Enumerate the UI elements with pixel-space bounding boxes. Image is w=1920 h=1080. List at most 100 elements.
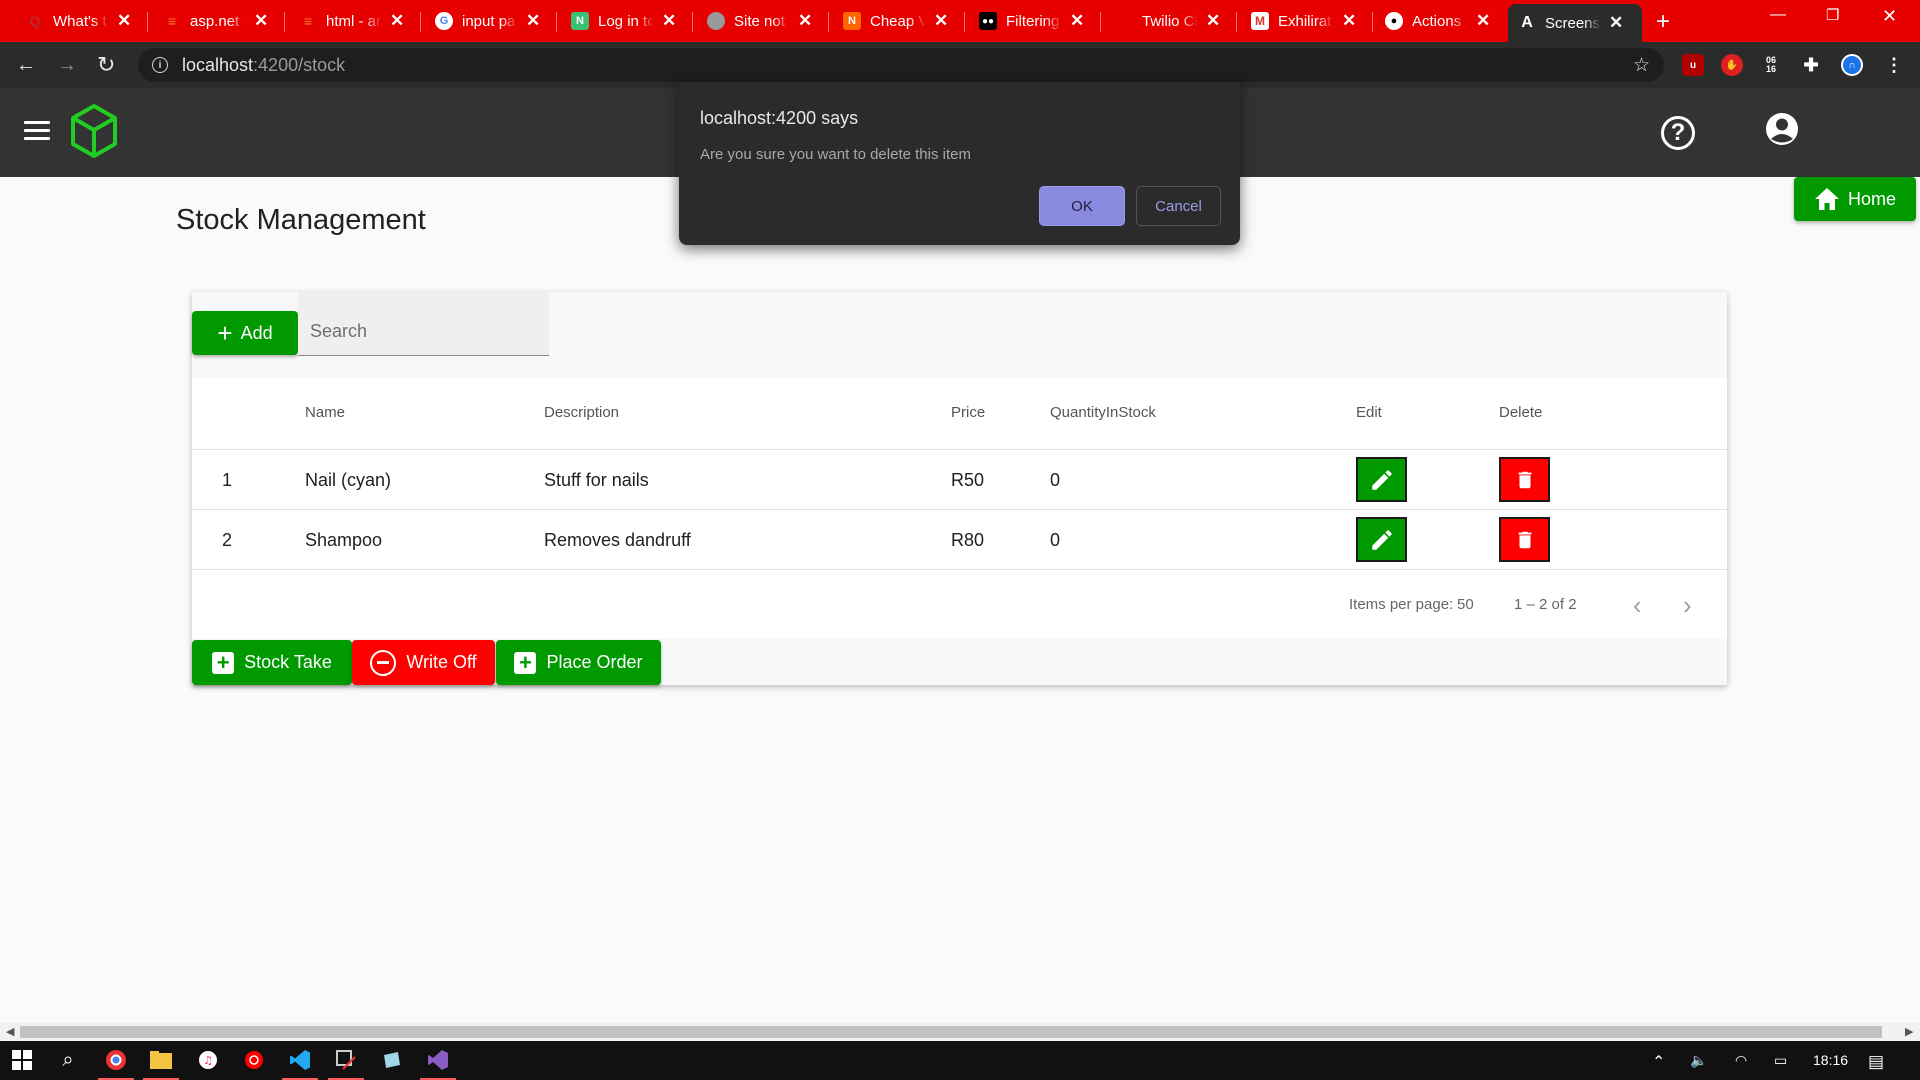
browser-tab[interactable]: ≡ asp.net - ✕ xyxy=(163,6,268,36)
column-header-edit: Edit xyxy=(1356,404,1382,421)
browser-tab[interactable]: Twilio Cl ✕ xyxy=(1115,6,1220,36)
write-off-button[interactable]: Write Off xyxy=(352,640,495,685)
place-order-label: Place Order xyxy=(546,652,643,672)
close-tab-icon[interactable]: ✕ xyxy=(1206,11,1220,31)
home-button[interactable]: Home xyxy=(1794,177,1916,221)
forward-icon[interactable]: → xyxy=(57,54,77,77)
ublock-icon[interactable]: u xyxy=(1682,54,1704,76)
scroll-left-icon[interactable]: ◀ xyxy=(6,1025,14,1038)
new-tab-icon[interactable]: + xyxy=(1656,8,1670,36)
close-tab-icon[interactable]: ✕ xyxy=(934,11,948,31)
battery-icon[interactable]: ▭ xyxy=(1774,1052,1787,1069)
column-header-name[interactable]: Name xyxy=(305,404,345,421)
clock-extension-icon[interactable]: 06 16 xyxy=(1760,54,1782,76)
clock-time[interactable]: 18:16 xyxy=(1813,1052,1848,1068)
visual-studio-icon[interactable] xyxy=(426,1048,450,1072)
item-quantity: 0 xyxy=(1050,530,1061,550)
back-icon[interactable]: ← xyxy=(16,54,36,77)
close-tab-icon[interactable]: ✕ xyxy=(1609,13,1623,33)
close-tab-icon[interactable]: ✕ xyxy=(1070,11,1084,31)
search-icon[interactable]: ⌕ xyxy=(56,1048,80,1072)
browser-tab[interactable]: N Log in tc ✕ xyxy=(571,6,676,36)
delete-button[interactable] xyxy=(1499,457,1550,502)
next-page-icon[interactable]: › xyxy=(1683,590,1692,621)
notifications-icon[interactable]: ▤ xyxy=(1868,1052,1884,1072)
youtube-music-icon[interactable] xyxy=(242,1048,266,1072)
notepad-icon[interactable] xyxy=(380,1048,404,1072)
google-icon: G xyxy=(435,12,453,30)
account-circle-icon[interactable] xyxy=(1765,112,1799,151)
edit-button[interactable] xyxy=(1356,517,1407,562)
column-header-price[interactable]: Price xyxy=(951,404,985,421)
browser-tab[interactable]: ≡ html - ar ✕ xyxy=(299,6,404,36)
browser-menu-icon[interactable]: ⋮ xyxy=(1883,54,1905,76)
bookmark-star-icon[interactable]: ☆ xyxy=(1633,54,1650,77)
tab-title: Cheap V xyxy=(870,12,926,30)
tab-title: What's t xyxy=(53,12,107,30)
close-tab-icon[interactable]: ✕ xyxy=(526,11,540,31)
windows-start-icon[interactable] xyxy=(10,1048,34,1072)
scrollbar-thumb[interactable] xyxy=(20,1026,1882,1038)
browser-tab[interactable]: G input pa ✕ xyxy=(435,6,540,36)
search-input[interactable] xyxy=(298,292,549,355)
url-text[interactable]: localhost:4200/stock xyxy=(182,55,345,76)
profile-avatar[interactable]: ∩ xyxy=(1841,54,1863,76)
close-tab-icon[interactable]: ✕ xyxy=(1342,11,1356,31)
previous-page-icon[interactable]: ‹ xyxy=(1633,590,1642,621)
file-explorer-icon[interactable] xyxy=(149,1048,173,1072)
page-size-select[interactable]: 50 xyxy=(1457,596,1474,613)
chrome-icon[interactable] xyxy=(104,1048,128,1072)
ok-button[interactable]: OK xyxy=(1039,186,1125,226)
home-button-label: Home xyxy=(1847,188,1896,209)
column-header-delete: Delete xyxy=(1499,404,1543,421)
wifi-icon[interactable]: ◠ xyxy=(1735,1052,1747,1069)
close-tab-icon[interactable]: ✕ xyxy=(117,11,131,31)
horizontal-scrollbar[interactable]: ◀ ▶ xyxy=(0,1023,1920,1041)
close-tab-icon[interactable]: ✕ xyxy=(798,11,812,31)
close-tab-icon[interactable]: ✕ xyxy=(1476,11,1490,31)
column-header-quantity[interactable]: QuantityInStock xyxy=(1050,404,1156,421)
snipping-tool-icon[interactable] xyxy=(334,1048,358,1072)
itunes-icon[interactable]: ♫ xyxy=(196,1048,220,1072)
vscode-icon[interactable] xyxy=(288,1048,312,1072)
browser-tab[interactable]: Q What's t ✕ xyxy=(26,6,132,36)
site-info-icon[interactable]: i xyxy=(152,57,168,73)
address-bar[interactable]: i localhost:4200/stock ☆ xyxy=(138,48,1664,82)
restore-icon[interactable]: ❐ xyxy=(1826,6,1839,24)
close-window-icon[interactable]: ✕ xyxy=(1882,6,1897,27)
github-icon: ● xyxy=(1385,12,1403,30)
stock-take-button[interactable]: + Stock Take xyxy=(192,640,352,685)
delete-button[interactable] xyxy=(1499,517,1550,562)
volume-icon[interactable]: 🔈 xyxy=(1690,1052,1707,1069)
hand-icon[interactable]: ✋ xyxy=(1721,54,1743,76)
stock-table-card: + Add Name Description Price QuantityInS… xyxy=(192,292,1727,685)
place-order-button[interactable]: + Place Order xyxy=(496,640,661,685)
cancel-button[interactable]: Cancel xyxy=(1136,186,1221,226)
add-button-label: Add xyxy=(240,322,273,343)
reload-icon[interactable]: ↻ xyxy=(97,52,115,78)
close-tab-icon[interactable]: ✕ xyxy=(254,11,268,31)
chevron-up-icon[interactable]: ⌃ xyxy=(1652,1052,1665,1072)
help-icon[interactable]: ? xyxy=(1661,116,1695,150)
minimize-icon[interactable]: — xyxy=(1770,6,1786,24)
tab-title: asp.net - xyxy=(190,12,246,30)
plus-box-icon: + xyxy=(514,651,537,674)
browser-tab[interactable]: N Cheap V ✕ xyxy=(843,6,948,36)
cube-logo-icon[interactable] xyxy=(70,103,118,164)
item-description: Removes dandruff xyxy=(544,530,691,550)
scroll-right-icon[interactable]: ▶ xyxy=(1905,1025,1913,1038)
extensions-puzzle-icon[interactable]: ✚ xyxy=(1800,54,1822,76)
add-button[interactable]: + Add xyxy=(192,311,298,355)
browser-tab[interactable]: ●● Filtering ✕ xyxy=(979,6,1084,36)
browser-tab-active[interactable]: A Screens ✕ xyxy=(1508,4,1642,42)
column-header-description[interactable]: Description xyxy=(544,404,619,421)
edit-button[interactable] xyxy=(1356,457,1407,502)
close-tab-icon[interactable]: ✕ xyxy=(662,11,676,31)
search-field[interactable] xyxy=(298,292,549,356)
close-tab-icon[interactable]: ✕ xyxy=(390,11,404,31)
tab-title: html - ar xyxy=(326,12,382,30)
browser-tab[interactable]: Site not ✕ xyxy=(707,6,812,36)
hamburger-menu-icon[interactable] xyxy=(24,121,50,141)
browser-tab[interactable]: M Exhilirat ✕ xyxy=(1251,6,1356,36)
browser-tab[interactable]: ● Actions ✕ xyxy=(1385,6,1490,36)
